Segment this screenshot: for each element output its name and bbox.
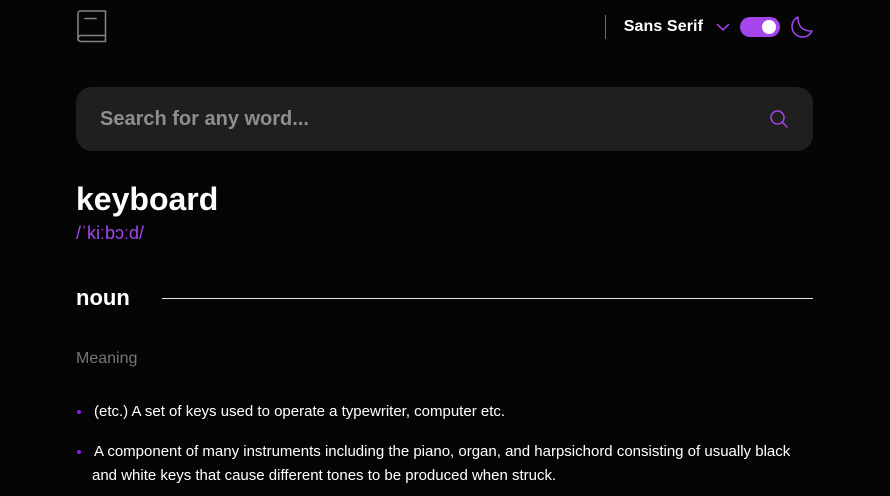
header: Sans Serif [76,9,813,45]
font-select[interactable]: Sans Serif [624,18,730,36]
header-divider [604,15,606,39]
book-icon[interactable] [76,10,108,44]
meaning-label: Meaning [76,350,138,367]
theme-toggle[interactable] [740,17,780,37]
header-controls: Sans Serif [604,9,813,45]
phonetic: /ˈkiːbɔːd/ [76,223,145,243]
definition-text: A component of many instruments includin… [92,443,791,484]
definition-list: (etc.) A set of keys used to operate a t… [76,400,813,496]
definition-text: (etc.) A set of keys used to operate a t… [94,403,506,420]
definition-item: A component of many instruments includin… [76,440,813,488]
dictionary-app: Sans Serif Search for any word... keyboa… [0,0,890,496]
part-of-speech: noun [76,285,130,310]
search-icon[interactable] [769,109,789,129]
search-bar [76,87,813,151]
search-input[interactable] [100,107,769,131]
font-select-label: Sans Serif [623,18,703,35]
part-of-speech-row: noun [76,284,813,312]
definition-item: (etc.) A set of keys used to operate a t… [76,400,813,424]
word-title: keyboard [76,181,219,217]
chevron-down-icon[interactable] [716,23,730,31]
section-divider [161,297,813,299]
toggle-knob [762,20,776,34]
moon-icon[interactable] [791,16,813,38]
